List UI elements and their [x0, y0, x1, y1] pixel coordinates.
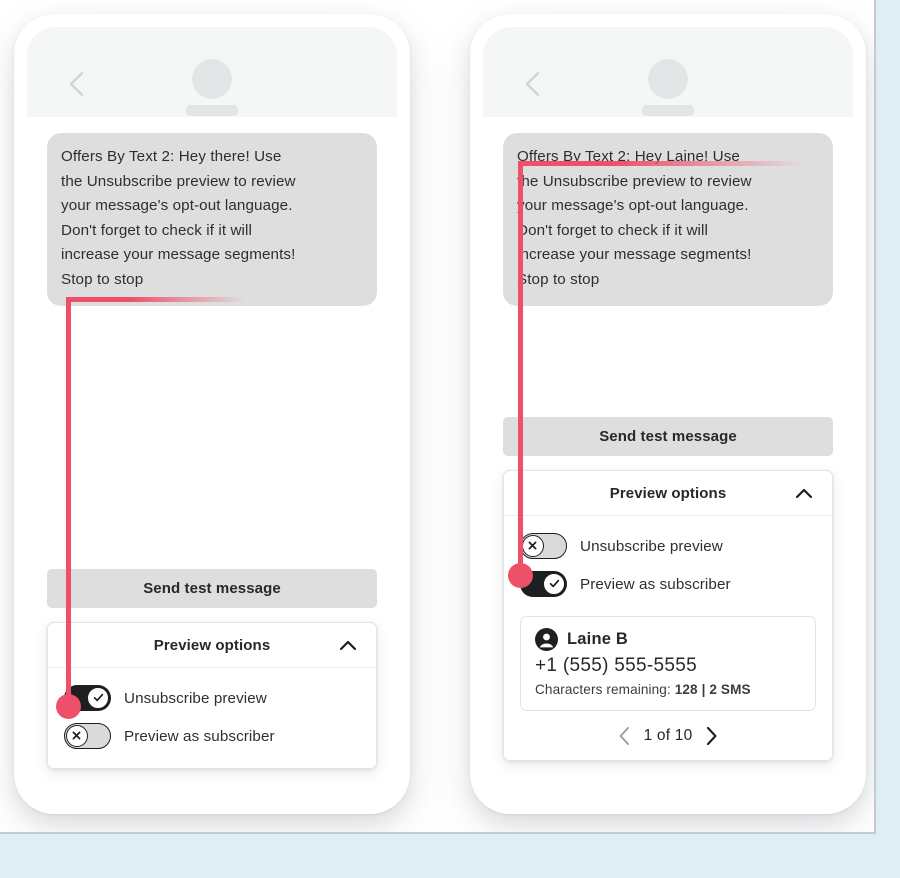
message-line: Don't forget to check if it will: [61, 221, 252, 239]
avatar-name-placeholder: [186, 105, 238, 116]
message-bubble-right: Offers By Text 2: Hey Laine! Use the Uns…: [503, 133, 833, 306]
message-thread-right: Offers By Text 2: Hey Laine! Use the Uns…: [483, 117, 853, 306]
toggle-row-unsubscribe-preview[interactable]: Unsubscribe preview: [504, 527, 832, 565]
toggle-knob: [65, 724, 89, 748]
avatar-placeholder-icon: [648, 59, 688, 99]
message-line-greeting: Offers By Text 2: Hey Laine! Use: [517, 148, 740, 165]
subscriber-name-row: Laine B: [535, 628, 801, 651]
chevron-right-icon: [707, 726, 717, 745]
chevron-left-icon: [619, 726, 629, 745]
preview-options-title: Preview options: [609, 485, 727, 502]
preview-options-panel: Preview options Unsubscribe preview Prev…: [47, 622, 377, 769]
subscriber-preview-card: Laine B +1 (555) 555-5555 Characters rem…: [520, 616, 816, 711]
message-line: Don't forget to check if it will: [517, 221, 708, 239]
toggle-label: Unsubscribe preview: [580, 537, 723, 555]
chevron-left-icon[interactable]: [67, 69, 87, 104]
chevron-up-icon[interactable]: [338, 639, 358, 658]
chevron-left-icon[interactable]: [523, 69, 543, 104]
subscriber-name: Laine B: [567, 630, 628, 648]
message-line: Offers By Text 2: Hey there! Use: [61, 148, 282, 165]
pager-position-text: 1 of 10: [643, 726, 693, 744]
message-thread-left: Offers By Text 2: Hey there! Use the Uns…: [27, 117, 397, 306]
subscriber-phone-number: +1 (555) 555-5555: [535, 655, 697, 676]
avatar-placeholder-icon: [192, 59, 232, 99]
phone-header-left: [27, 27, 397, 117]
preview-as-subscriber-toggle[interactable]: [64, 723, 111, 749]
characters-remaining-row: Characters remaining: 128 | 2 SMS: [535, 682, 801, 697]
content-plate: Offers By Text 2: Hey there! Use the Uns…: [0, 0, 876, 834]
phone-screen-right: Offers By Text 2: Hey Laine! Use the Uns…: [483, 27, 853, 801]
check-icon: [549, 580, 559, 588]
unsubscribe-preview-toggle[interactable]: [520, 533, 567, 559]
preview-options-header[interactable]: Preview options: [48, 623, 376, 668]
message-line: the Unsubscribe preview to review: [61, 172, 296, 190]
message-line: your message's opt-out language.: [61, 197, 293, 214]
send-test-message-button[interactable]: Send test message: [503, 417, 833, 456]
pager-prev-button[interactable]: [618, 726, 631, 746]
preview-as-subscriber-toggle[interactable]: [520, 571, 567, 597]
message-line: increase your message segments!: [61, 246, 296, 263]
toggle-label: Preview as subscriber: [580, 575, 731, 593]
message-line: increase your message segments!: [517, 246, 752, 263]
message-line: the Unsubscribe preview to review: [517, 172, 752, 190]
pager-next-button[interactable]: [705, 726, 718, 746]
toggle-row-preview-as-subscriber[interactable]: Preview as subscriber: [504, 565, 832, 603]
close-x-icon: [72, 731, 81, 740]
message-bubble-left: Offers By Text 2: Hey there! Use the Uns…: [47, 133, 377, 306]
characters-separator: |: [701, 682, 706, 697]
sms-segment-count: 2 SMS: [709, 682, 751, 697]
phone-screen-left: Offers By Text 2: Hey there! Use the Uns…: [27, 27, 397, 801]
toggle-label: Unsubscribe preview: [124, 689, 267, 707]
phone-mockup-right: Offers By Text 2: Hey Laine! Use the Uns…: [470, 14, 866, 814]
characters-remaining-value: 128: [674, 682, 698, 697]
message-line-opt-out: Stop to stop: [61, 270, 144, 288]
check-icon: [93, 694, 103, 702]
person-icon: [535, 628, 558, 651]
close-x-icon: [528, 541, 537, 550]
unsubscribe-preview-toggle[interactable]: [64, 685, 111, 711]
phone-mockup-left: Offers By Text 2: Hey there! Use the Uns…: [14, 14, 410, 814]
toggle-row-unsubscribe-preview[interactable]: Unsubscribe preview: [48, 679, 376, 717]
subscriber-pager: 1 of 10: [504, 711, 832, 760]
preview-options-header[interactable]: Preview options: [504, 471, 832, 516]
characters-remaining-label: Characters remaining:: [535, 682, 671, 697]
message-line-opt-out: Stop to stop: [517, 270, 600, 288]
toggle-label: Preview as subscriber: [124, 727, 275, 745]
chevron-up-icon[interactable]: [794, 487, 814, 506]
toggle-row-preview-as-subscriber[interactable]: Preview as subscriber: [48, 717, 376, 755]
phone-header-right: [483, 27, 853, 117]
preview-options-title: Preview options: [153, 637, 271, 654]
message-line: your message's opt-out language.: [517, 197, 749, 214]
send-test-message-button[interactable]: Send test message: [47, 569, 377, 608]
toggle-knob: [521, 534, 545, 558]
avatar-name-placeholder: [642, 105, 694, 116]
preview-options-panel: Preview options Unsubscribe preview Prev…: [503, 470, 833, 761]
